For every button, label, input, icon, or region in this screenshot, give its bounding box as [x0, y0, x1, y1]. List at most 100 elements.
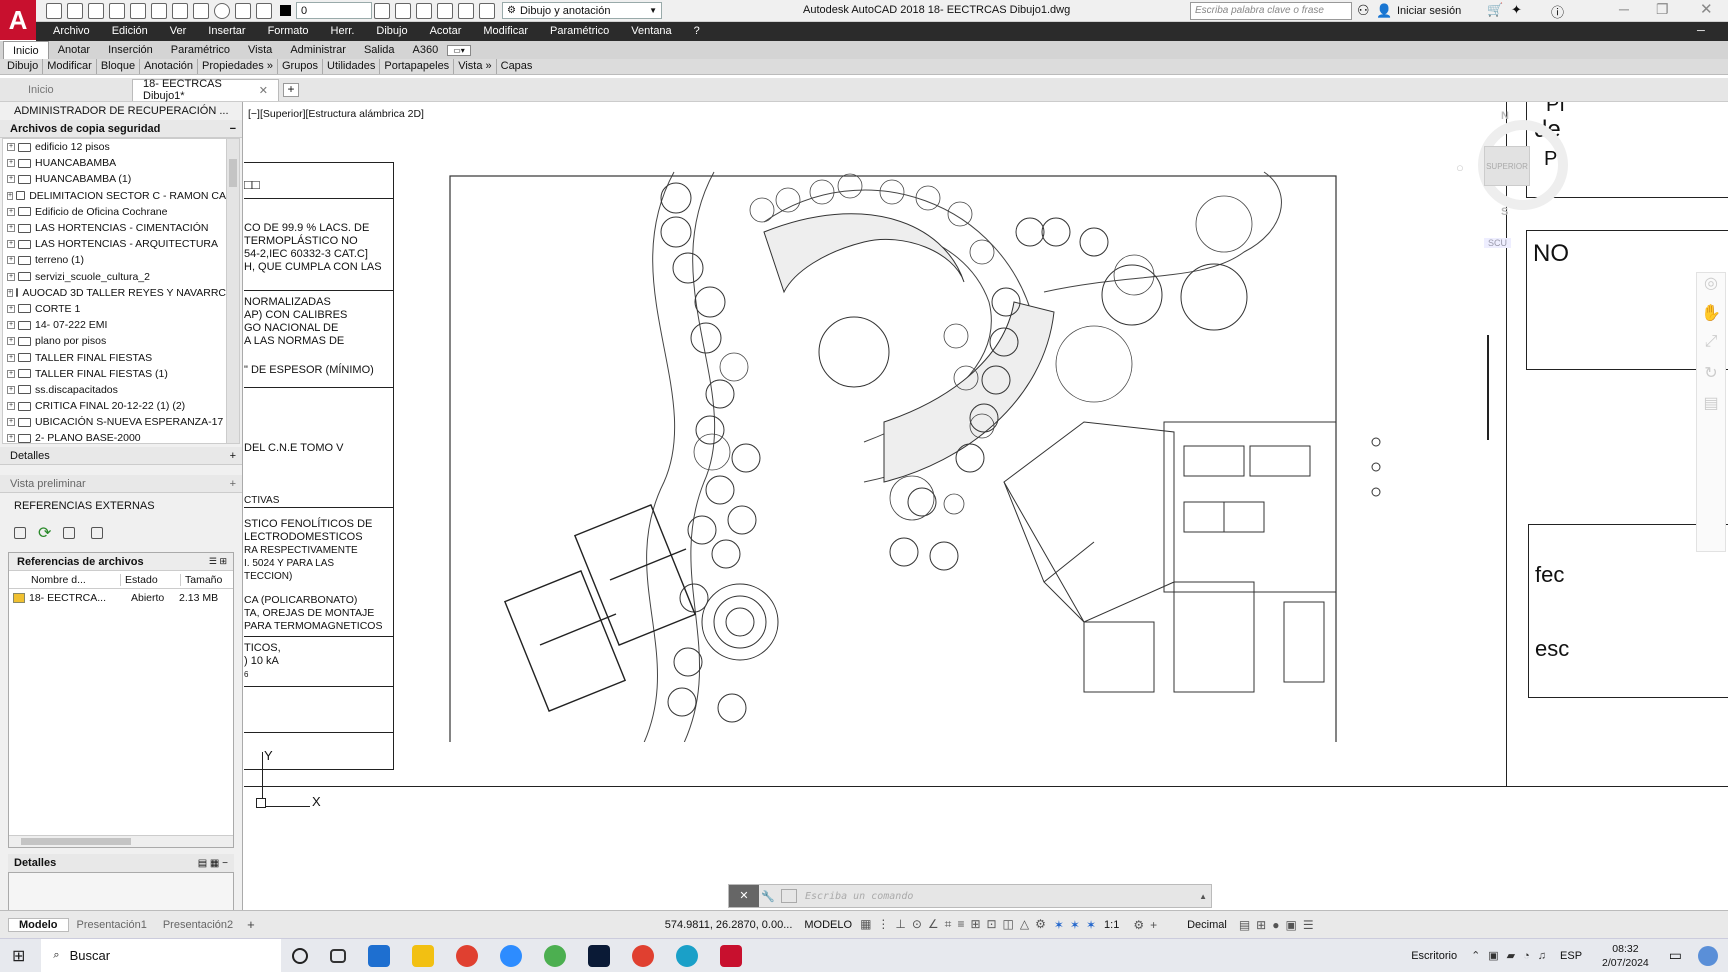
panel-modificar[interactable]: Modificar	[43, 59, 97, 74]
taskbar-search[interactable]: ⌕ Buscar	[41, 938, 282, 973]
annotation-tools[interactable]: ✶✶✶	[1054, 918, 1102, 932]
status-tools-right[interactable]: ▤⊞●▣☰	[1239, 918, 1320, 932]
orbit-icon[interactable]: ↻	[1697, 363, 1725, 393]
panel-utilidades[interactable]: Utilidades	[323, 59, 381, 74]
expand-icon[interactable]: +	[7, 337, 15, 346]
cloud-icon[interactable]	[458, 2, 474, 19]
expand-icon[interactable]: +	[230, 450, 236, 462]
help-small-icon[interactable]	[91, 527, 104, 539]
doc-tab-inicio[interactable]: Inicio	[0, 79, 128, 101]
layer-tool-icon[interactable]	[374, 2, 390, 19]
expand-icon[interactable]: +	[7, 385, 15, 394]
tab-inicio[interactable]: Inicio	[3, 40, 49, 60]
menu-parametrico[interactable]: Paramétrico	[539, 22, 620, 41]
chrome-icon[interactable]	[456, 944, 479, 967]
binoculars-icon[interactable]: ⚇	[1357, 2, 1370, 19]
backup-files-header[interactable]: Archivos de copia seguridad −	[0, 120, 242, 138]
pan-icon[interactable]: ✋	[1697, 303, 1725, 333]
change-path-icon[interactable]	[63, 527, 76, 539]
signin-link[interactable]: Iniciar sesión	[1397, 5, 1461, 17]
tab-salida[interactable]: Salida	[355, 41, 404, 59]
tab-a360[interactable]: A360	[404, 41, 448, 59]
ucs-menu[interactable]: SCU	[1484, 238, 1512, 248]
drafting-tools[interactable]: ▦⋮⊥⊙∠⌗≡⊞⊡◫△⚙	[860, 917, 1052, 932]
backup-folder-item[interactable]: + DELIMITACION SECTOR C - RAMON CA	[3, 188, 226, 204]
attach-icon[interactable]	[14, 527, 26, 539]
details-tools-icon[interactable]: ▤ ▦ −	[198, 858, 228, 869]
edge-icon[interactable]	[676, 944, 699, 967]
backup-folder-item[interactable]: + edificio 12 pisos	[3, 139, 226, 155]
expand-icon[interactable]: +	[7, 418, 15, 427]
windows-start-icon[interactable]: ⊞	[12, 946, 25, 966]
backup-folder-item[interactable]: + LAS HORTENCIAS - ARQUITECTURA	[3, 236, 226, 252]
cortana-icon[interactable]	[292, 947, 309, 964]
eraser-icon[interactable]	[479, 2, 495, 19]
panel-vista[interactable]: Vista »	[454, 59, 497, 74]
tab-presentacion1[interactable]: Presentación1	[69, 919, 155, 931]
sun-icon[interactable]	[235, 2, 251, 19]
panel-anotacion[interactable]: Anotación	[140, 59, 199, 74]
expand-icon[interactable]: +	[7, 175, 15, 184]
backup-folder-item[interactable]: + LAS HORTENCIAS - CIMENTACIÓN	[3, 220, 226, 236]
lock-icon[interactable]	[256, 2, 272, 19]
zoom-extents-icon[interactable]: ⤢	[1697, 333, 1725, 363]
preview-header[interactable]: Vista preliminar +	[0, 475, 242, 493]
help-icon[interactable]: ⓘ	[1551, 2, 1564, 21]
paste-icon[interactable]	[437, 2, 453, 19]
tab-presentacion2[interactable]: Presentación2	[155, 919, 241, 931]
file-ref-row[interactable]: 18- EECTRCA... Abierto 2.13 MB	[9, 589, 233, 607]
viewcube[interactable]: N S ○ SUPERIOR SCU	[1456, 110, 1568, 248]
backup-folder-item[interactable]: + UBICACIÓN S-NUEVA ESPERANZA-17	[3, 414, 226, 430]
backup-folder-item[interactable]: + terreno (1)	[3, 252, 226, 268]
view-toggle-icon[interactable]: ☰ ⊞	[209, 556, 227, 567]
expand-icon[interactable]: +	[7, 402, 15, 411]
tab-modelo[interactable]: Modelo	[8, 917, 69, 932]
expand-icon[interactable]: +	[7, 272, 15, 281]
backup-folder-item[interactable]: + ss.discapacitados	[3, 382, 226, 398]
expand-icon[interactable]: +	[7, 369, 15, 378]
menu-edicion[interactable]: Edición	[101, 22, 159, 41]
panel-capas[interactable]: Capas	[497, 59, 537, 74]
clock[interactable]: 08:32 2/07/2024	[1602, 942, 1649, 970]
backup-folder-item[interactable]: + plano por pisos	[3, 333, 226, 349]
menu-acotar[interactable]: Acotar	[419, 22, 473, 41]
units-dropdown[interactable]: Decimal	[1187, 919, 1227, 931]
drawing-canvas[interactable]: [−][Superior][Estructura alámbrica 2D] □…	[244, 102, 1728, 910]
command-history-icon[interactable]: ▲	[1199, 892, 1207, 901]
customize-icon[interactable]: 🔧	[759, 890, 777, 903]
close-tab-icon[interactable]: ✕	[259, 84, 268, 97]
annotation-scale[interactable]: 1:1	[1104, 919, 1119, 931]
menu-formato[interactable]: Formato	[257, 22, 320, 41]
lightbulb-icon[interactable]	[214, 2, 230, 19]
scroll-thumb[interactable]	[229, 159, 237, 187]
refresh-icon[interactable]: ⟳	[38, 523, 51, 543]
undo-icon[interactable]	[151, 2, 167, 19]
cart-icon[interactable]: 🛒	[1487, 2, 1503, 18]
tab-administrar[interactable]: Administrar	[281, 41, 355, 59]
expand-icon[interactable]: +	[7, 256, 15, 265]
compass-w[interactable]: ○	[1456, 160, 1464, 175]
redo-icon[interactable]	[172, 2, 188, 19]
col-state[interactable]: Estado	[121, 573, 181, 586]
language-indicator[interactable]: ESP	[1560, 950, 1582, 962]
compass-n[interactable]: N	[1501, 110, 1509, 122]
expand-icon[interactable]: +	[7, 288, 14, 297]
taskview-icon[interactable]	[330, 948, 347, 963]
expand-icon[interactable]: +	[7, 240, 15, 249]
close-command-icon[interactable]: ✕	[729, 885, 759, 907]
panel-dibujo[interactable]: Dibujo	[3, 59, 44, 74]
details-header[interactable]: Detalles +	[0, 447, 242, 465]
exchange-icon[interactable]: ✦	[1511, 2, 1522, 18]
help-search-input[interactable]: Escriba palabra clave o frase	[1190, 2, 1352, 20]
panel-grupos[interactable]: Grupos	[278, 59, 324, 74]
copy-icon[interactable]	[416, 2, 432, 19]
backup-folder-item[interactable]: + TALLER FINAL FIESTAS (1)	[3, 366, 226, 382]
autocad-taskbar-icon[interactable]	[720, 944, 743, 967]
copilot-icon[interactable]	[1698, 945, 1718, 966]
match-icon[interactable]	[395, 2, 411, 19]
menu-modificar[interactable]: Modificar	[472, 22, 539, 41]
menu-archivo[interactable]: Archivo	[42, 22, 101, 41]
command-input[interactable]: Escriba un comando	[805, 891, 913, 902]
plot-icon[interactable]	[193, 2, 209, 19]
new-icon[interactable]	[46, 2, 62, 19]
